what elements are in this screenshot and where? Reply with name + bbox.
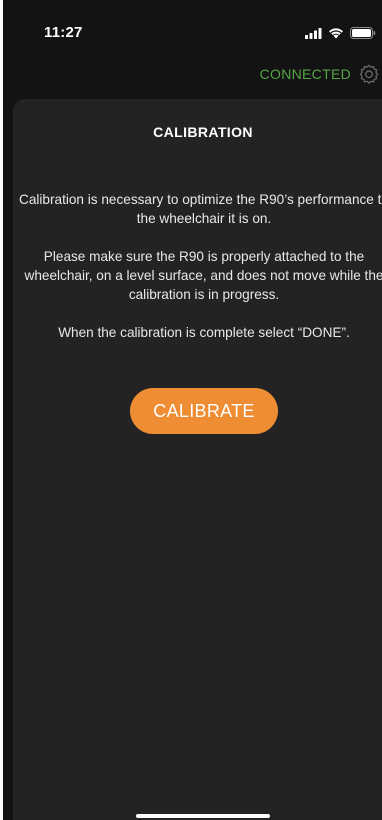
battery-icon xyxy=(350,27,376,39)
status-time: 11:27 xyxy=(44,24,83,41)
wifi-icon xyxy=(329,28,343,39)
connection-status: CONNECTED xyxy=(259,66,351,82)
app-screen: 11:27 CONNECTED CALIBRATION Calibration … xyxy=(3,0,382,820)
calibrate-button[interactable]: CALIBRATE xyxy=(130,388,278,434)
home-indicator[interactable] xyxy=(136,814,270,818)
calibration-sheet: CALIBRATION Calibration is necessary to … xyxy=(13,99,382,820)
calibration-done-text: When the calibration is complete select … xyxy=(58,325,350,340)
gear-icon[interactable] xyxy=(358,63,380,85)
sheet-title: CALIBRATION xyxy=(153,124,253,140)
cellular-signal-icon xyxy=(305,27,322,39)
calibration-instructions-text: Please make sure the R90 is properly att… xyxy=(24,249,382,302)
status-bar: 11:27 xyxy=(3,0,382,50)
status-icons xyxy=(305,26,376,40)
connection-bar: CONNECTED xyxy=(3,60,382,88)
calibration-intro-text: Calibration is necessary to optimize the… xyxy=(19,192,382,226)
